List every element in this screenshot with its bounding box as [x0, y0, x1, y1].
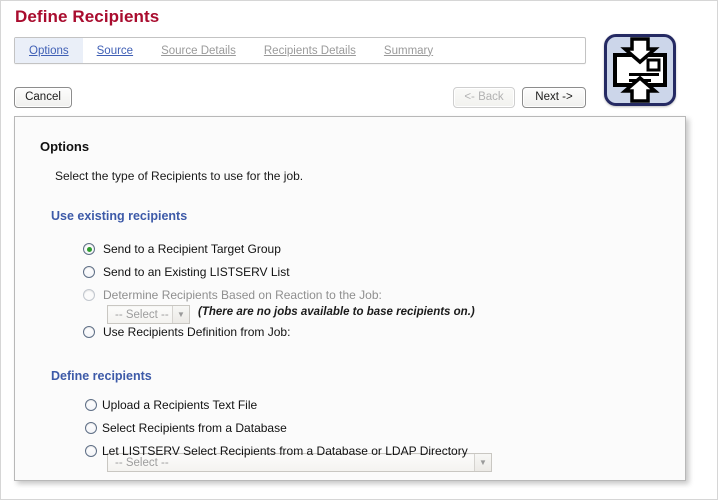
radio-indicator[interactable]: [85, 399, 97, 411]
tab-options-label: Options: [29, 44, 69, 57]
tab-summary-label: Summary: [383, 44, 434, 57]
next-button[interactable]: Next ->: [522, 87, 586, 108]
reaction-job-select-value: -- Select --: [115, 308, 169, 321]
tab-source-label: Source: [96, 44, 134, 57]
radio-indicator[interactable]: [83, 266, 95, 278]
radio-send-to-recipient-target-group[interactable]: Send to a Recipient Target Group: [83, 242, 281, 256]
radio-upload-recipients-text-file[interactable]: Upload a Recipients Text File: [85, 398, 257, 412]
tab-source[interactable]: Source: [83, 38, 147, 63]
radio-indicator[interactable]: [85, 445, 97, 457]
tab-source-details: Source Details: [147, 38, 250, 63]
tab-options[interactable]: Options: [15, 38, 83, 63]
radio-indicator[interactable]: [83, 243, 95, 255]
no-jobs-hint: (There are no jobs available to base rec…: [198, 306, 475, 318]
radio-send-to-existing-listserv-list[interactable]: Send to an Existing LISTSERV List: [83, 265, 290, 279]
recipients-import-icon: [604, 34, 676, 106]
radio-select-recipients-from-database[interactable]: Select Recipients from a Database: [85, 421, 287, 435]
options-panel: Options Select the type of Recipients to…: [14, 116, 686, 481]
tab-summary: Summary: [370, 38, 447, 63]
radio-determine-recipients-by-reaction: Determine Recipients Based on Reaction t…: [83, 288, 382, 302]
radio-listserv-select-recipients-database-ldap[interactable]: Let LISTSERV Select Recipients from a Da…: [85, 444, 468, 458]
back-button: <- Back: [453, 87, 515, 108]
group-heading-define-recipients: Define recipients: [51, 369, 152, 383]
group-heading-use-existing: Use existing recipients: [51, 209, 188, 223]
radio-label: Upload a Recipients Text File: [102, 398, 258, 412]
radio-label: Let LISTSERV Select Recipients from a Da…: [102, 444, 468, 458]
radio-label: Select Recipients from a Database: [102, 421, 287, 435]
job-definition-select-value: -- Select --: [115, 456, 169, 469]
radio-indicator[interactable]: [85, 422, 97, 434]
application-window: Define Recipients Options Source Source …: [0, 0, 718, 500]
cancel-button[interactable]: Cancel: [14, 87, 72, 108]
tab-recipients-details-label: Recipients Details: [263, 44, 356, 57]
tab-source-details-label: Source Details: [161, 44, 236, 57]
panel-heading: Options: [40, 139, 90, 154]
chevron-down-icon: ▼: [172, 306, 189, 323]
radio-label: Determine Recipients Based on Reaction t…: [103, 288, 382, 302]
wizard-tab-bar: Options Source Source Details Recipients…: [14, 37, 586, 64]
radio-label: Use Recipients Definition from Job:: [103, 325, 291, 339]
radio-label: Send to an Existing LISTSERV List: [103, 265, 290, 279]
radio-indicator: [83, 289, 95, 301]
radio-label: Send to a Recipient Target Group: [103, 242, 281, 256]
radio-indicator[interactable]: [83, 326, 95, 338]
chevron-down-icon[interactable]: ▼: [474, 454, 491, 471]
radio-use-recipients-definition-from-job[interactable]: Use Recipients Definition from Job:: [83, 325, 290, 339]
tab-recipients-details: Recipients Details: [250, 38, 370, 63]
reaction-job-select: -- Select -- ▼: [107, 305, 190, 324]
page-title: Define Recipients: [15, 7, 160, 26]
panel-description: Select the type of Recipients to use for…: [55, 169, 304, 183]
